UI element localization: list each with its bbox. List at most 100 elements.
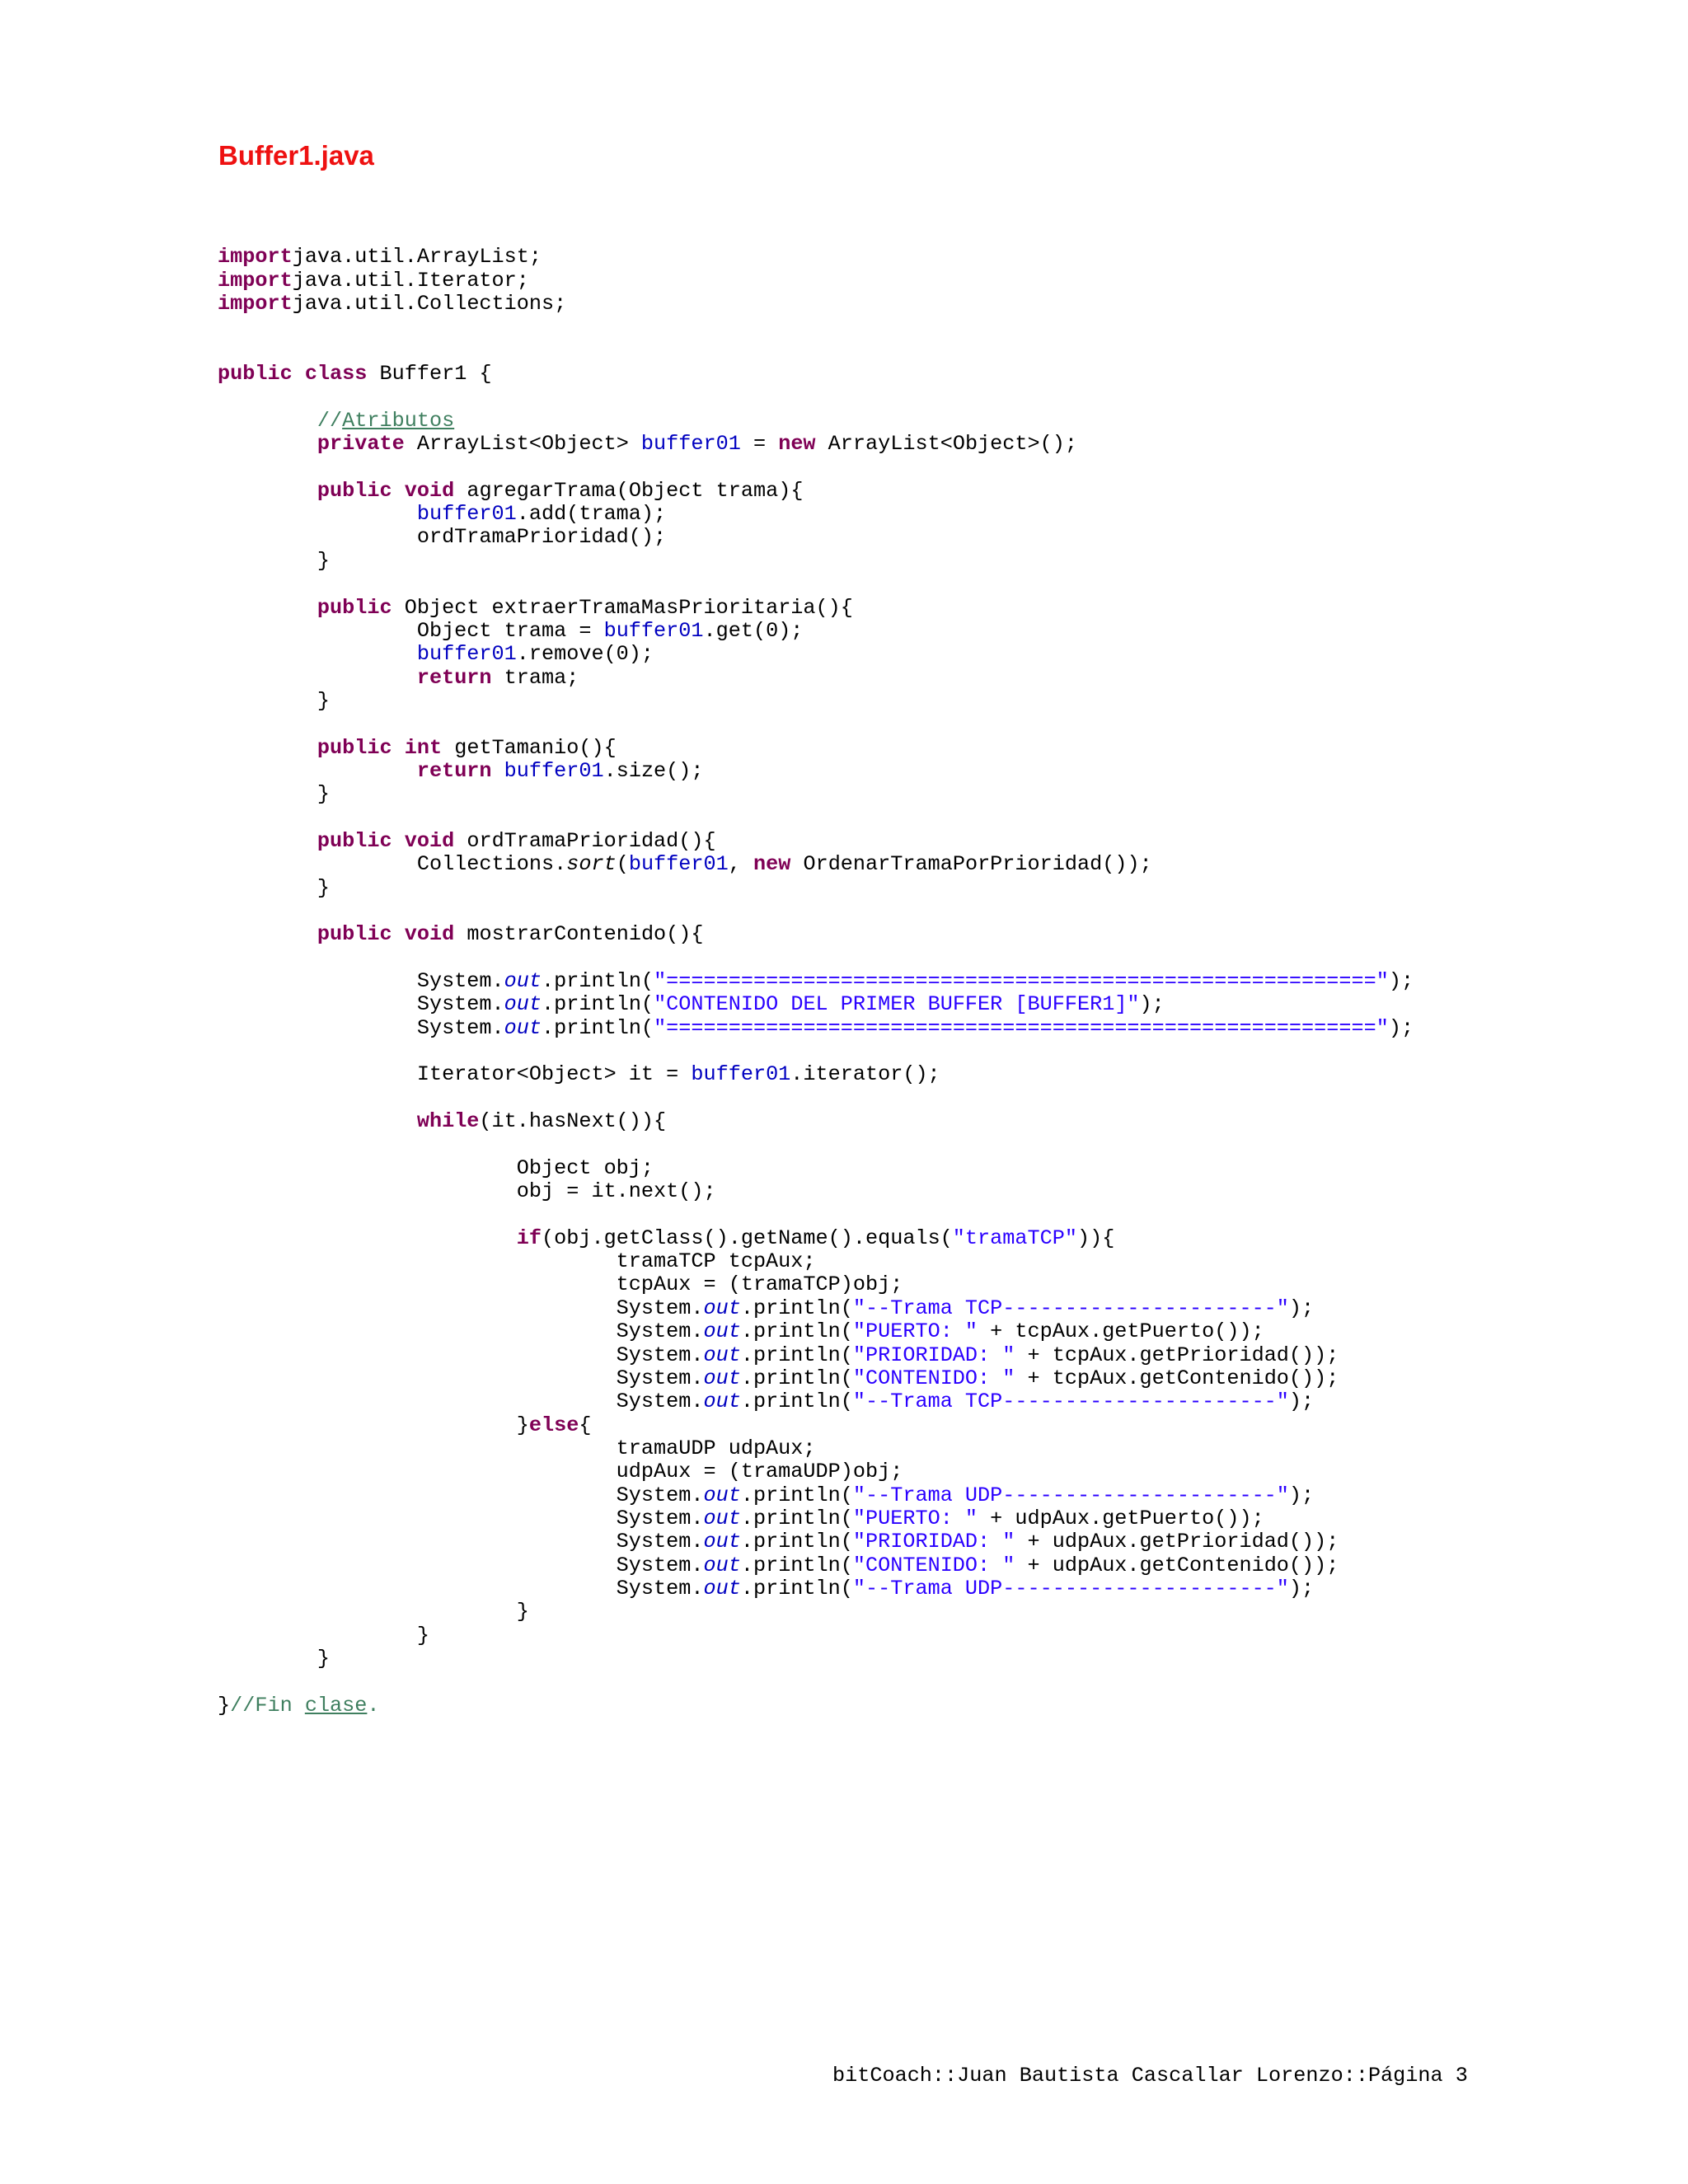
code-token: .iterator(); [790, 1062, 940, 1087]
code-token: Object obj; [218, 1155, 654, 1180]
code-token: } [218, 1623, 429, 1647]
code-token: public [316, 595, 392, 620]
code-token: System. [218, 1366, 704, 1390]
code-line: } [218, 1647, 1688, 1671]
code-token: // [316, 408, 343, 433]
code-token: out [703, 1366, 741, 1390]
code-token: (it.hasNext()){ [479, 1109, 667, 1134]
code-token: buffer01 [640, 432, 741, 457]
code-token: void [404, 922, 455, 947]
code-token: new [778, 432, 816, 457]
code-line: while(it.hasNext()){ [218, 1109, 1688, 1134]
code-token: "=======================================… [654, 1015, 1389, 1040]
code-line: tramaTCP tcpAux; [218, 1249, 1688, 1274]
code-line: public void mostrarContenido(){ [218, 923, 1688, 946]
code-token: + udpAux.getPrioridad()); [1015, 1530, 1339, 1554]
code-token: .println( [740, 1483, 853, 1507]
code-line: ordTramaPrioridad(); [218, 526, 1688, 549]
code-token: .println( [740, 1343, 853, 1367]
code-token: return [416, 665, 492, 690]
code-token: out [703, 1530, 741, 1554]
code-token: System. [218, 1319, 704, 1344]
code-token: else [528, 1413, 579, 1437]
code-token: udpAux = (tramaUDP)obj; [218, 1460, 903, 1484]
code-listing: importjava.util.ArrayList; importjava.uti… [218, 223, 1688, 1718]
code-token: public [316, 828, 392, 853]
code-token: "PRIORIDAD: " [852, 1343, 1015, 1367]
code-line: importjava.util.Iterator; [218, 269, 1688, 293]
code-token: ); [1388, 1015, 1414, 1040]
code-token: agregarTrama(Object trama){ [454, 478, 804, 503]
code-token: System. [218, 1483, 704, 1507]
code-line: System.out.println("--Trama UDP---------… [218, 1483, 1688, 1507]
code-token: System. [218, 1390, 704, 1414]
code-token: } [218, 548, 331, 573]
code-token: out [703, 1296, 741, 1320]
code-line: Collections.sort(buffer01, new OrdenarTr… [218, 853, 1688, 876]
code-line: System.out.println("CONTENIDO DEL PRIMER… [218, 993, 1688, 1016]
code-line: tramaUDP udpAux; [218, 1436, 1688, 1460]
code-line: System.out.println("CONTENIDO: " + udpAu… [218, 1554, 1688, 1577]
code-token: if [516, 1226, 542, 1250]
code-token: public [218, 362, 293, 387]
code-token: + tcpAux.getPuerto()); [978, 1319, 1264, 1344]
code-token: "CONTENIDO: " [852, 1366, 1015, 1390]
document-title: Buffer1.java [218, 140, 374, 171]
code-token: ArrayList<Object> [404, 432, 641, 457]
code-token: buffer01 [603, 618, 704, 643]
code-line: } [218, 1601, 1688, 1624]
code-token: out [703, 1483, 741, 1507]
code-token: clase [304, 1693, 368, 1718]
code-token: tramaTCP tcpAux; [218, 1249, 816, 1274]
code-line: Object obj; [218, 1155, 1688, 1180]
code-token: Collections. [218, 852, 567, 877]
code-token: while [416, 1109, 480, 1134]
code-token: "PUERTO: " [852, 1319, 978, 1344]
code-token: ( [616, 852, 629, 877]
code-token: = [740, 432, 779, 457]
code-token: tcpAux = (tramaTCP)obj; [218, 1272, 903, 1297]
code-token: } [218, 1693, 231, 1718]
code-line: Object trama = buffer01.get(0); [218, 618, 1688, 643]
code-token: void [404, 828, 455, 853]
code-token: out [703, 1506, 741, 1530]
code-token: ordTramaPrioridad(); [218, 525, 667, 550]
code-token: } [218, 688, 331, 713]
code-token: System. [218, 969, 504, 993]
code-token: ); [1288, 1483, 1315, 1507]
code-token: import [218, 292, 293, 316]
code-line: public int getTamanio(){ [218, 735, 1688, 760]
code-token: public [316, 735, 392, 760]
code-token: .println( [740, 1506, 853, 1530]
code-token: "CONTENIDO: " [852, 1553, 1015, 1577]
code-token: ); [1388, 969, 1414, 993]
code-line: importjava.util.ArrayList; [218, 246, 1688, 269]
code-line: System.out.println("PRIORIDAD: " + tcpAu… [218, 1343, 1688, 1367]
code-token: .println( [740, 1296, 853, 1320]
code-line: if(obj.getClass().getName().equals("tram… [218, 1226, 1688, 1250]
code-line: buffer01.add(trama); [218, 502, 1688, 526]
code-line: System.out.println("--Trama UDP---------… [218, 1577, 1688, 1601]
code-token: out [504, 1015, 542, 1040]
code-token: sort [566, 852, 617, 877]
code-token: java.util.ArrayList; [292, 245, 542, 269]
code-token: out [504, 969, 542, 993]
code-token: out [703, 1576, 741, 1601]
code-token: "=======================================… [654, 969, 1389, 993]
code-token: + udpAux.getPuerto()); [978, 1506, 1264, 1530]
code-token: .println( [740, 1530, 853, 1554]
